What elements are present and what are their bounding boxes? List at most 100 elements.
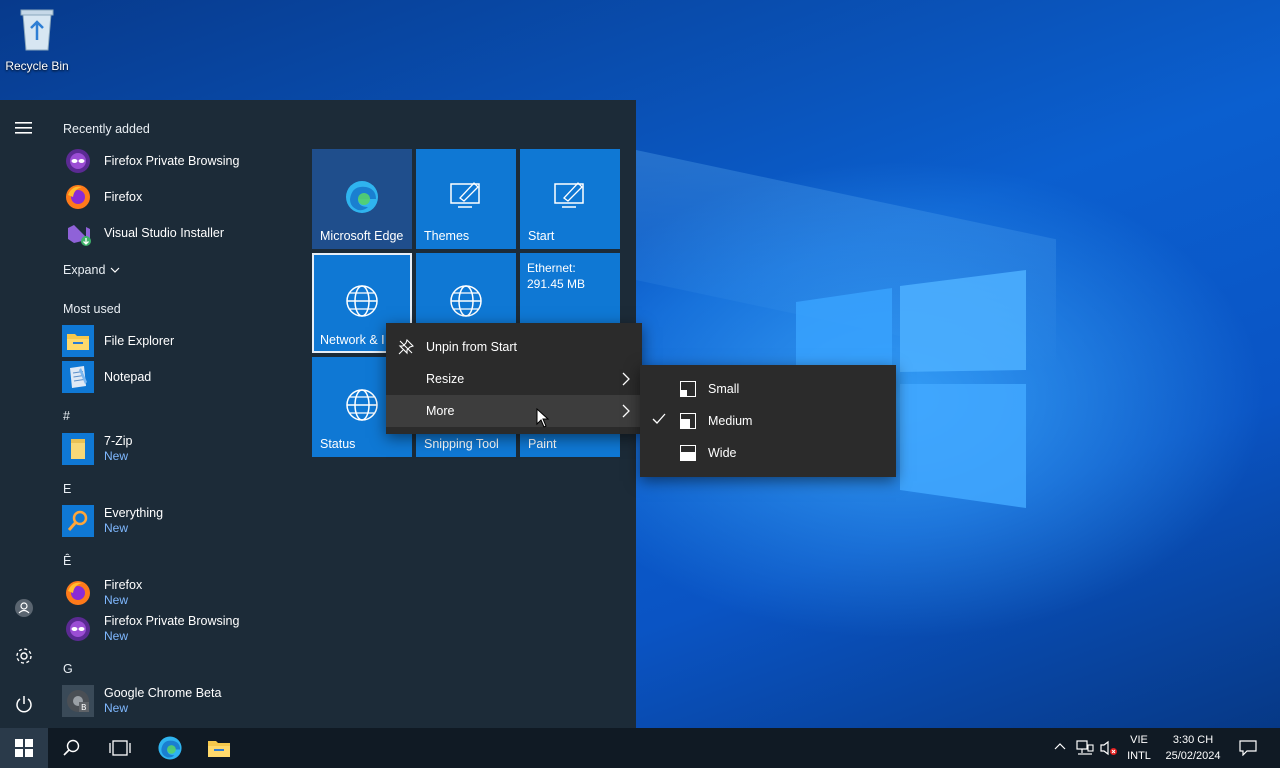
app-new-badge: New	[104, 701, 129, 715]
app-name: Firefox	[104, 189, 143, 204]
menu-item-unpin[interactable]: Unpin from Start	[386, 331, 642, 363]
menu-label: Resize	[426, 372, 465, 386]
app-notepad[interactable]: Notepad	[62, 360, 292, 394]
firefox-icon	[62, 181, 94, 213]
app-name: Notepad	[104, 369, 152, 384]
section-letter[interactable]: G	[63, 662, 73, 676]
ethernet-title: Ethernet:	[527, 261, 576, 275]
tile-label: Start	[528, 229, 555, 243]
paint-brush-monitor-icon	[554, 182, 584, 208]
menu-label: Wide	[708, 446, 737, 460]
taskbar: VIE INTL 3:30 CH 25/02/2024	[0, 728, 1280, 768]
search-button[interactable]	[48, 728, 96, 768]
app-file-explorer[interactable]: File Explorer	[62, 324, 292, 358]
edge-icon	[158, 736, 182, 760]
chevron-right-icon	[622, 404, 630, 418]
expand-button[interactable]: Expand	[63, 263, 120, 277]
resize-option-medium[interactable]: Medium	[640, 405, 896, 437]
menu-label: Small	[708, 382, 740, 396]
input-language-indicator[interactable]: VIE INTL	[1124, 732, 1154, 764]
app-list: Recently added Firefox Private Browsing …	[48, 100, 338, 728]
app-name: Firefox	[104, 578, 143, 592]
size-medium-icon	[680, 413, 696, 429]
user-avatar-icon[interactable]	[12, 596, 36, 620]
chevron-up-icon[interactable]	[1054, 742, 1066, 750]
clock[interactable]: 3:30 CH 25/02/2024	[1158, 732, 1228, 764]
resize-submenu: Small Medium Wide	[640, 365, 896, 477]
taskbar-file-explorer[interactable]	[195, 728, 243, 768]
notification-center-icon[interactable]	[1239, 740, 1257, 756]
taskbar-edge[interactable]	[146, 728, 194, 768]
recently-added-header: Recently added	[63, 122, 150, 136]
size-small-icon	[680, 381, 696, 397]
chrome-beta-icon: B	[62, 685, 94, 717]
file-explorer-icon	[208, 741, 230, 757]
app-name: Firefox Private Browsing	[104, 153, 240, 168]
section-letter[interactable]: #	[63, 409, 70, 423]
settings-gear-icon[interactable]	[12, 644, 36, 668]
menu-label: Medium	[708, 414, 753, 428]
recycle-bin-icon	[20, 9, 54, 51]
expand-label: Expand	[63, 263, 106, 277]
chevron-down-icon	[110, 267, 120, 273]
app-firefox[interactable]: Firefox	[62, 180, 292, 214]
app-7-zip[interactable]: 7-Zip New	[62, 432, 292, 466]
recycle-bin-label: Recycle Bin	[5, 59, 69, 73]
app-name: Visual Studio Installer	[104, 225, 224, 240]
tile-label: Paint	[528, 437, 557, 451]
task-view-button[interactable]	[96, 728, 144, 768]
app-visual-studio-installer[interactable]: Visual Studio Installer	[62, 216, 292, 250]
lang-bottom: INTL	[1127, 750, 1151, 762]
menu-item-more[interactable]: More	[386, 395, 642, 427]
menu-label: More	[426, 404, 455, 418]
visual-studio-installer-icon	[62, 217, 94, 249]
resize-option-wide[interactable]: Wide	[640, 437, 896, 469]
windows-start-icon	[15, 739, 33, 757]
tile-context-menu: Unpin from Start Resize More	[386, 323, 642, 434]
app-name: Everything	[104, 506, 164, 520]
ethernet-value: 291.45 MB	[527, 277, 586, 291]
notepad-icon	[62, 361, 94, 393]
hamburger-icon[interactable]	[12, 116, 36, 140]
tile-themes[interactable]: Themes	[416, 149, 516, 249]
tile-start[interactable]: Start	[520, 149, 620, 249]
network-icon[interactable]	[1076, 740, 1094, 756]
menu-item-resize[interactable]: Resize	[386, 363, 642, 395]
volume-muted-icon[interactable]	[1100, 740, 1118, 756]
most-used-header: Most used	[63, 302, 121, 316]
edge-icon	[346, 181, 378, 213]
chevron-right-icon	[622, 372, 630, 386]
tile-microsoft-edge[interactable]: Microsoft Edge	[312, 149, 412, 249]
mouse-cursor-icon	[536, 408, 550, 428]
menu-label: Unpin from Start	[426, 340, 518, 354]
checkmark-icon	[652, 413, 666, 424]
size-wide-icon	[680, 445, 696, 461]
firefox-icon	[62, 577, 94, 609]
resize-option-small[interactable]: Small	[640, 373, 896, 405]
section-letter[interactable]: Ê	[63, 554, 71, 568]
app-firefox-2[interactable]: Firefox New	[62, 576, 292, 610]
file-explorer-icon	[62, 325, 94, 357]
tile-label: Status	[320, 437, 356, 451]
globe-icon	[346, 285, 378, 317]
section-letter[interactable]: E	[63, 482, 71, 496]
app-firefox-private-browsing-2[interactable]: Firefox Private Browsing New	[62, 612, 292, 646]
globe-icon	[450, 285, 482, 317]
recycle-bin[interactable]: Recycle Bin	[4, 6, 70, 73]
clock-date: 25/02/2024	[1165, 750, 1221, 762]
lang-top: VIE	[1130, 734, 1148, 746]
app-new-badge: New	[104, 521, 129, 535]
tile-label: Snipping Tool	[424, 437, 499, 451]
app-everything[interactable]: Everything New	[62, 504, 292, 538]
everything-search-icon	[62, 505, 94, 537]
app-google-chrome-beta[interactable]: B Google Chrome Beta New	[62, 684, 292, 718]
app-new-badge: New	[104, 629, 129, 643]
app-name: File Explorer	[104, 333, 175, 348]
tile-label: Network & I	[320, 333, 385, 347]
globe-icon	[346, 389, 378, 421]
start-button[interactable]	[0, 728, 48, 768]
power-icon[interactable]	[12, 692, 36, 716]
task-view-icon	[109, 740, 131, 756]
app-new-badge: New	[104, 593, 129, 607]
app-firefox-private-browsing[interactable]: Firefox Private Browsing	[62, 144, 292, 178]
